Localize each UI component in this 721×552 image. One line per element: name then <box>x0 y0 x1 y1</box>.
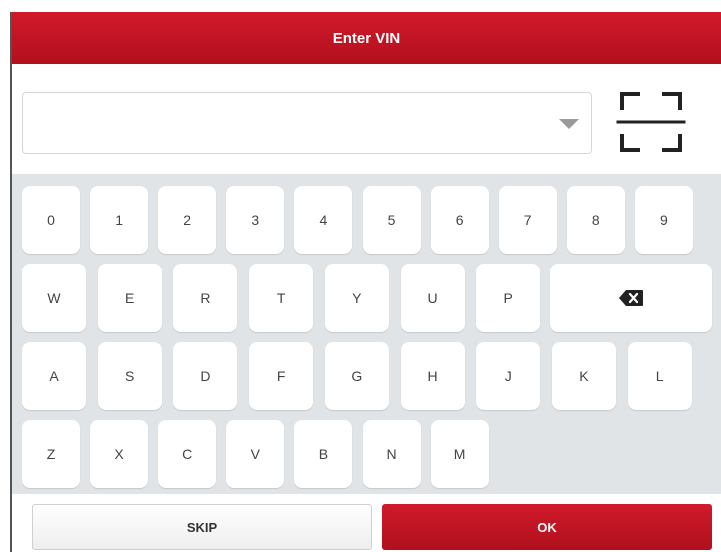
key-6[interactable]: 6 <box>430 186 489 254</box>
vin-input-row <box>12 64 721 174</box>
key-k[interactable]: K <box>551 342 616 410</box>
dialog-title: Enter VIN <box>332 29 401 47</box>
dialog-title-bar: Enter VIN <box>12 12 721 64</box>
key-h[interactable]: H <box>400 342 465 410</box>
vin-input-container <box>22 92 592 155</box>
key-p[interactable]: P <box>476 264 541 332</box>
key-m[interactable]: M <box>430 420 489 488</box>
key-1[interactable]: 1 <box>90 186 149 254</box>
skip-button[interactable]: SKIP <box>32 504 372 550</box>
key-x[interactable]: X <box>90 420 149 488</box>
key-z[interactable]: Z <box>22 420 80 488</box>
key-5[interactable]: 5 <box>362 186 421 254</box>
key-a[interactable]: A <box>22 342 86 410</box>
key-t[interactable]: T <box>249 264 314 332</box>
ok-button[interactable]: OK <box>382 504 712 550</box>
key-d[interactable]: D <box>173 342 238 410</box>
action-bar: SKIP OK <box>12 494 721 552</box>
key-j[interactable]: J <box>476 342 541 410</box>
key-2[interactable]: 2 <box>158 186 217 254</box>
key-n[interactable]: N <box>362 420 421 488</box>
key-s[interactable]: S <box>97 342 162 410</box>
key-c[interactable]: C <box>158 420 217 488</box>
key-l[interactable]: L <box>627 342 692 410</box>
key-b[interactable]: B <box>294 420 353 488</box>
backspace-key[interactable] <box>550 264 712 332</box>
key-g[interactable]: G <box>324 342 389 410</box>
key-0[interactable]: 0 <box>22 186 80 254</box>
key-r[interactable]: R <box>173 264 238 332</box>
key-8[interactable]: 8 <box>566 186 625 254</box>
virtual-keyboard: 0123456789 WERTYUP ASDFGHJKL ZXCVBNM <box>12 174 721 494</box>
dropdown-arrow-icon[interactable] <box>559 119 579 129</box>
key-u[interactable]: U <box>400 264 465 332</box>
key-e[interactable]: E <box>97 264 162 332</box>
scan-vin-button[interactable] <box>616 86 686 158</box>
key-v[interactable]: V <box>226 420 285 488</box>
key-7[interactable]: 7 <box>498 186 557 254</box>
scan-frame-icon <box>616 92 686 152</box>
backspace-icon <box>619 290 643 306</box>
vin-dialog: Enter VIN 0123456789 WERTYUP ASDFGHJKL ZXCV… <box>10 12 721 552</box>
key-3[interactable]: 3 <box>226 186 285 254</box>
key-f[interactable]: F <box>249 342 314 410</box>
key-4[interactable]: 4 <box>294 186 353 254</box>
key-9[interactable]: 9 <box>634 186 693 254</box>
key-w[interactable]: W <box>22 264 86 332</box>
vin-input[interactable] <box>31 93 555 155</box>
key-y[interactable]: Y <box>324 264 389 332</box>
